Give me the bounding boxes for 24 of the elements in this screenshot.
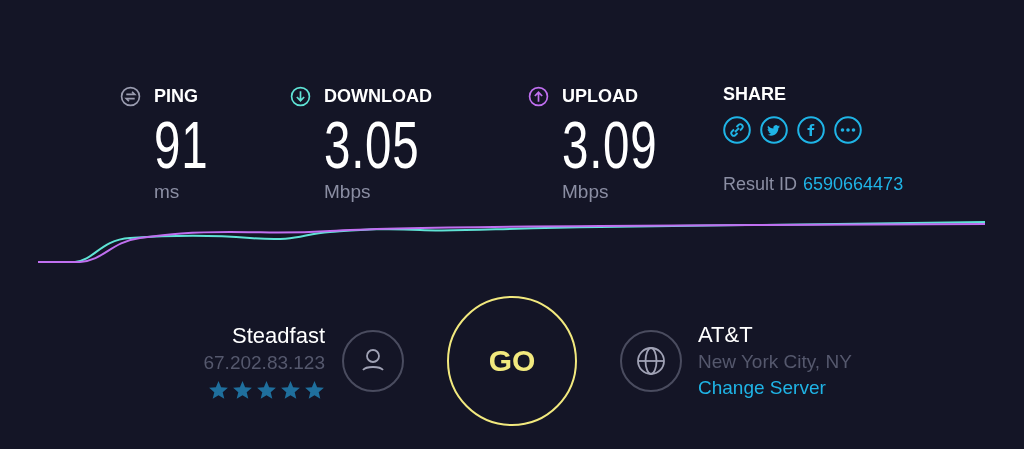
change-server-link[interactable]: Change Server [698,375,826,401]
result-label: Result ID [723,174,798,195]
ip-address: 67.202.83.123 [203,350,325,375]
metric-value: 91 [154,113,209,177]
bird-icon[interactable] [760,116,788,144]
go-button[interactable]: GO [447,296,577,426]
isp-name: Steadfast [232,321,325,350]
server-name: AT&T [698,321,753,349]
facebook-icon[interactable] [797,116,825,144]
metric-label: DOWNLOAD [324,86,432,107]
metric-unit: Mbps [562,181,609,203]
server-location: New York City, NY [698,350,852,374]
metric-label: PING [154,86,198,107]
more-icon[interactable] [834,116,862,144]
metric-value: 3.09 [562,113,658,177]
person-icon [342,330,404,392]
globe-icon [620,330,682,392]
metric-unit: Mbps [324,181,371,203]
share-title: SHARE [723,84,787,105]
result-id[interactable]: 6590664473 [803,174,904,195]
link-icon[interactable] [723,116,751,144]
metric-label: UPLOAD [562,86,638,107]
metric-unit: ms [154,181,180,203]
metric-value: 3.05 [324,113,420,177]
